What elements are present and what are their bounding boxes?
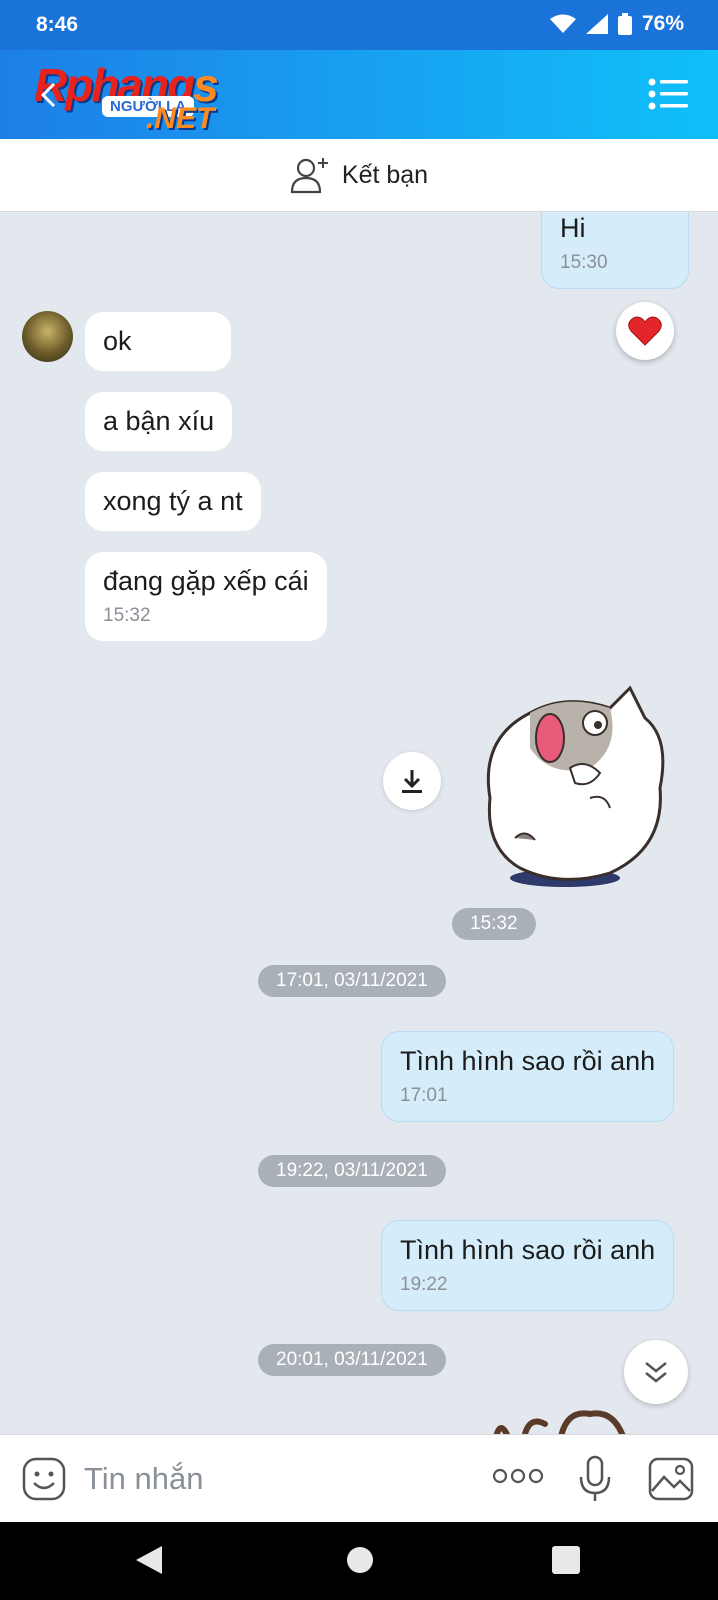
message-text: a bận xíu <box>103 406 215 436</box>
emoji-icon[interactable] <box>22 1457 66 1501</box>
signal-icon <box>585 14 608 34</box>
app-header: Rphangs NGƯỜI LA .NET <box>0 50 718 139</box>
more-icon[interactable] <box>492 1467 544 1485</box>
partial-sticker[interactable] <box>490 1404 640 1434</box>
add-friend-bar[interactable]: Kết bạn <box>0 139 718 212</box>
battery-icon <box>617 13 632 35</box>
message-bubble-incoming[interactable]: xong tý a nt <box>85 472 261 531</box>
message-input[interactable] <box>84 1455 464 1503</box>
wifi-icon <box>549 14 576 33</box>
sticker-time: 15:32 <box>452 908 536 940</box>
message-text: xong tý a nt <box>103 486 243 516</box>
message-text: ok <box>103 326 132 356</box>
microphone-icon[interactable] <box>578 1455 612 1503</box>
message-time: 17:01 <box>400 1085 448 1106</box>
message-time: 15:32 <box>103 605 151 626</box>
date-divider: 19:22, 03/11/2021 <box>258 1155 446 1187</box>
image-icon[interactable] <box>648 1457 694 1501</box>
menu-icon[interactable] <box>648 78 688 110</box>
date-divider: 20:01, 03/11/2021 <box>258 1344 446 1376</box>
heart-icon <box>628 316 662 346</box>
back-icon[interactable] <box>34 80 64 110</box>
battery-level: 76% <box>641 12 684 35</box>
status-time: 8:46 <box>36 13 79 36</box>
status-right: 76% <box>549 12 684 36</box>
nav-back-icon[interactable] <box>134 1544 164 1576</box>
status-bar: 8:46 76% <box>0 0 718 50</box>
message-bubble-outgoing[interactable]: Hi 15:30 <box>541 212 689 289</box>
system-nav-bar <box>0 1522 718 1600</box>
message-bubble-incoming[interactable]: đang gặp xếp cái 15:32 <box>85 552 327 641</box>
message-bubble-outgoing[interactable]: Tình hình sao rồi anh 19:22 <box>381 1220 675 1311</box>
message-bubble-outgoing[interactable]: Tình hình sao rồi anh 17:01 <box>381 1031 675 1122</box>
nav-recents-icon[interactable] <box>552 1546 580 1574</box>
message-text: đang gặp xếp cái <box>103 566 309 596</box>
add-friend-label: Kết bạn <box>341 160 429 189</box>
download-icon <box>402 770 422 793</box>
download-button[interactable] <box>383 752 441 810</box>
message-bubble-incoming[interactable]: ok <box>85 312 231 371</box>
nav-home-icon[interactable] <box>346 1546 374 1574</box>
contact-avatar[interactable] <box>22 311 73 362</box>
message-text: Tình hình sao rồi anh <box>400 1235 656 1265</box>
message-input-bar <box>0 1434 718 1522</box>
message-text: Hi <box>560 213 586 243</box>
message-time: 15:30 <box>560 252 608 273</box>
message-text: Tình hình sao rồi anh <box>400 1046 656 1076</box>
logo-net: .NET <box>146 102 215 135</box>
chevron-double-down-icon <box>645 1362 667 1383</box>
message-time: 19:22 <box>400 1274 448 1295</box>
add-friend-icon <box>290 158 328 194</box>
date-divider: 17:01, 03/11/2021 <box>258 965 446 997</box>
message-bubble-incoming[interactable]: a bận xíu <box>85 392 233 451</box>
site-logo: Rphangs NGƯỜI LA .NET <box>34 58 254 135</box>
scroll-to-bottom-button[interactable] <box>624 1340 688 1404</box>
cat-sticker[interactable] <box>470 678 680 898</box>
chat-area[interactable]: Hi 15:30 ok a bận xíu xong tý a nt đang … <box>0 212 718 1434</box>
reaction-button[interactable] <box>616 302 674 360</box>
